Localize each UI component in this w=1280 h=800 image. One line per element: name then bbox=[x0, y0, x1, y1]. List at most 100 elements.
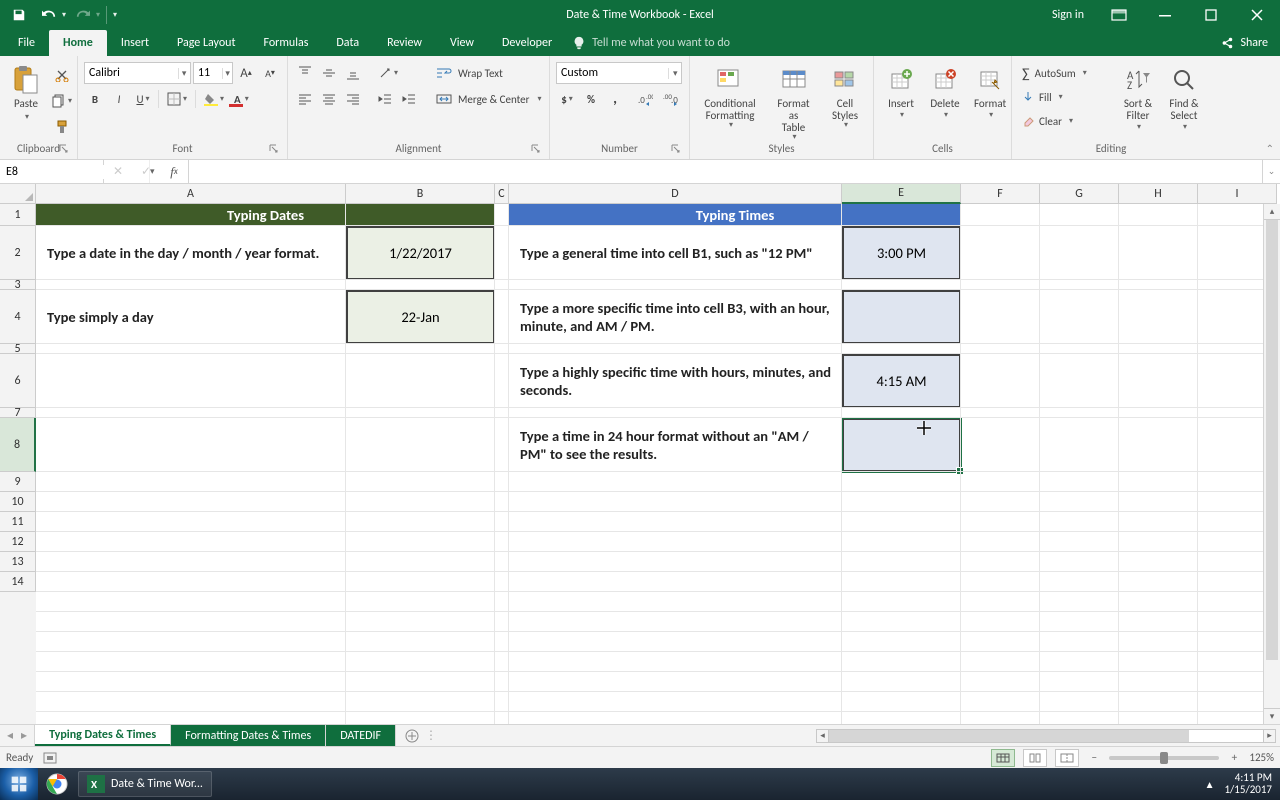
align-middle-button[interactable] bbox=[318, 62, 340, 84]
merge-center-button[interactable]: Merge & Center▾ bbox=[432, 88, 552, 110]
col-header-C[interactable]: C bbox=[495, 184, 509, 204]
row-headers[interactable]: 1234567891011121314 bbox=[0, 204, 36, 724]
tray-up-icon[interactable]: ▲ bbox=[1205, 778, 1215, 791]
view-page-layout-button[interactable] bbox=[1023, 749, 1047, 767]
tab-page-layout[interactable]: Page Layout bbox=[163, 30, 249, 56]
clear-button[interactable]: Clear▾ bbox=[1018, 110, 1094, 132]
row-header-13[interactable]: 13 bbox=[0, 552, 36, 572]
dialog-launcher-icon[interactable] bbox=[671, 144, 683, 156]
cell-b4[interactable]: 22-Jan bbox=[346, 290, 495, 344]
dialog-launcher-icon[interactable] bbox=[269, 144, 281, 156]
tab-home[interactable]: Home bbox=[49, 30, 107, 56]
row-header-14[interactable]: 14 bbox=[0, 572, 36, 592]
align-top-button[interactable] bbox=[294, 62, 316, 84]
format-painter-button[interactable] bbox=[48, 116, 76, 138]
col-header-A[interactable]: A bbox=[36, 184, 346, 204]
vertical-scrollbar[interactable]: ▴ ▾ bbox=[1263, 204, 1280, 724]
ribbon-display-options-icon[interactable] bbox=[1096, 0, 1142, 30]
insert-cells-button[interactable]: Insert▾ bbox=[880, 60, 922, 122]
find-select-button[interactable]: Find & Select▾ bbox=[1162, 60, 1206, 134]
borders-button[interactable]: ▾ bbox=[163, 88, 191, 110]
decrease-indent-button[interactable] bbox=[374, 88, 396, 110]
cell-e2[interactable]: 3:00 PM bbox=[842, 226, 961, 280]
format-cells-button[interactable]: Format▾ bbox=[968, 60, 1012, 122]
tab-file[interactable]: File bbox=[4, 30, 49, 56]
row-header-5[interactable]: 5 bbox=[0, 344, 36, 354]
view-page-break-button[interactable] bbox=[1055, 749, 1079, 767]
increase-indent-button[interactable] bbox=[398, 88, 420, 110]
tab-view[interactable]: View bbox=[436, 30, 488, 56]
font-name-combo[interactable]: ▾ bbox=[84, 62, 191, 84]
col-header-F[interactable]: F bbox=[961, 184, 1040, 204]
sheet-tab-3[interactable]: DATEDIF bbox=[326, 725, 396, 746]
tell-me-input[interactable] bbox=[592, 36, 792, 50]
comma-button[interactable]: , bbox=[604, 88, 626, 110]
zoom-slider[interactable] bbox=[1109, 756, 1219, 760]
cell-e4[interactable] bbox=[842, 290, 961, 344]
sheet-nav-buttons[interactable]: ◂▸ bbox=[0, 725, 35, 746]
tab-insert[interactable]: Insert bbox=[107, 30, 163, 56]
minimize-icon[interactable] bbox=[1142, 0, 1188, 30]
share-button[interactable]: Share bbox=[1208, 30, 1280, 56]
copy-button[interactable]: ▾ bbox=[48, 90, 76, 112]
cell-d1-header[interactable]: Typing Times bbox=[509, 204, 961, 226]
increase-font-button[interactable]: A▴ bbox=[235, 62, 257, 84]
dialog-launcher-icon[interactable] bbox=[531, 144, 543, 156]
sheet-tab-2[interactable]: Formatting Dates & Times bbox=[171, 725, 326, 746]
accounting-format-button[interactable]: $▾ bbox=[556, 88, 578, 110]
row-header-1[interactable]: 1 bbox=[0, 204, 36, 226]
align-center-button[interactable] bbox=[318, 88, 340, 110]
dialog-launcher-icon[interactable] bbox=[59, 144, 71, 156]
italic-button[interactable]: I bbox=[108, 88, 130, 110]
cell-a1-header[interactable]: Typing Dates bbox=[36, 204, 495, 226]
cell-d2[interactable]: Type a general time into cell B1, such a… bbox=[509, 226, 842, 280]
zoom-out-button[interactable]: − bbox=[1087, 751, 1101, 764]
underline-button[interactable]: U▾ bbox=[132, 88, 154, 110]
expand-formula-bar[interactable]: ⌄ bbox=[1262, 160, 1280, 183]
cell-b2[interactable]: 1/22/2017 bbox=[346, 226, 495, 280]
row-header-10[interactable]: 10 bbox=[0, 492, 36, 512]
row-header-3[interactable]: 3 bbox=[0, 280, 36, 290]
cell-a2[interactable]: Type a date in the day / month / year fo… bbox=[36, 226, 346, 280]
cell-e8[interactable] bbox=[842, 418, 961, 472]
row-header-4[interactable]: 4 bbox=[0, 290, 36, 344]
percent-button[interactable]: % bbox=[580, 88, 602, 110]
tell-me-box[interactable] bbox=[572, 30, 792, 56]
col-header-G[interactable]: G bbox=[1040, 184, 1119, 204]
font-color-button[interactable]: A▾ bbox=[230, 88, 253, 110]
zoom-level[interactable]: 125% bbox=[1249, 751, 1274, 764]
tab-developer[interactable]: Developer bbox=[488, 30, 566, 56]
conditional-formatting-button[interactable]: Conditional Formatting▾ bbox=[696, 60, 764, 132]
col-header-E[interactable]: E bbox=[842, 184, 961, 204]
sheet-tab-1[interactable]: Typing Dates & Times bbox=[35, 725, 171, 746]
format-as-table-button[interactable]: Format as Table▾ bbox=[766, 60, 821, 144]
bold-button[interactable]: B bbox=[84, 88, 106, 110]
insert-function-button[interactable]: fx bbox=[160, 160, 188, 183]
font-size-combo[interactable]: ▾ bbox=[193, 62, 233, 84]
col-header-H[interactable]: H bbox=[1119, 184, 1198, 204]
cell-d4[interactable]: Type a more specific time into cell B3, … bbox=[509, 290, 842, 344]
sort-filter-button[interactable]: AZ Sort & Filter▾ bbox=[1116, 60, 1160, 134]
row-header-12[interactable]: 12 bbox=[0, 532, 36, 552]
align-left-button[interactable] bbox=[294, 88, 316, 110]
save-icon[interactable] bbox=[6, 2, 32, 28]
cell-styles-button[interactable]: Cell Styles▾ bbox=[823, 60, 867, 132]
row-header-6[interactable]: 6 bbox=[0, 354, 36, 408]
fill-color-button[interactable]: ▾ bbox=[200, 88, 228, 110]
row-header-11[interactable]: 11 bbox=[0, 512, 36, 532]
decrease-font-button[interactable]: A▾ bbox=[259, 62, 281, 84]
paste-button[interactable]: Paste▾ bbox=[6, 60, 46, 125]
formula-bar-input[interactable] bbox=[189, 160, 1262, 183]
row-header-9[interactable]: 9 bbox=[0, 472, 36, 492]
align-right-button[interactable] bbox=[342, 88, 364, 110]
row-header-8[interactable]: 8 bbox=[0, 418, 36, 472]
taskbar-chrome[interactable] bbox=[38, 768, 76, 800]
row-header-2[interactable]: 2 bbox=[0, 226, 36, 280]
autosum-button[interactable]: ∑AutoSum▾ bbox=[1018, 62, 1114, 84]
cell-e6[interactable]: 4:15 AM bbox=[842, 354, 961, 408]
taskbar-clock[interactable]: 4:11 PM 1/15/2017 bbox=[1224, 772, 1272, 796]
view-normal-button[interactable] bbox=[991, 749, 1015, 767]
grid[interactable]: Typing Dates Typing Times Type a date in… bbox=[36, 204, 1263, 724]
col-header-I[interactable]: I bbox=[1198, 184, 1277, 204]
increase-decimal-button[interactable]: .0.00 bbox=[634, 88, 658, 110]
